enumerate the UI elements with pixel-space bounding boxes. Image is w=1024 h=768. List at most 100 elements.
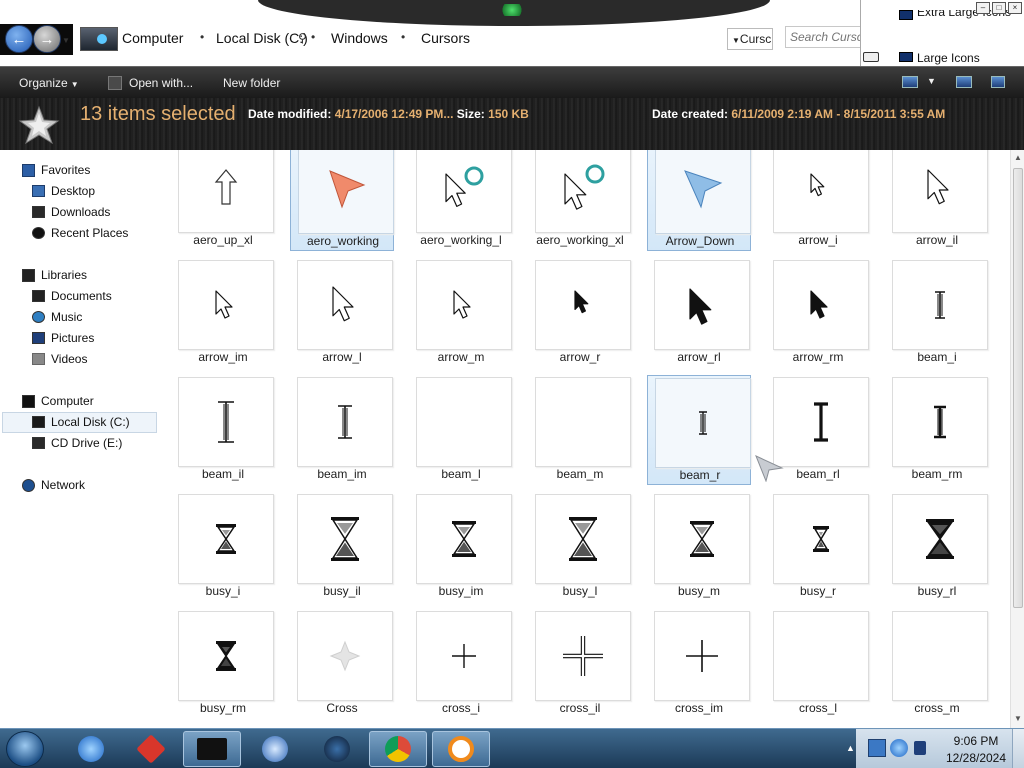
taskbar-explorer[interactable] bbox=[183, 731, 241, 767]
nav-documents[interactable]: Documents bbox=[32, 286, 112, 306]
cursor-hourglass-tiny-icon bbox=[813, 526, 829, 552]
file-tile[interactable]: cross_i bbox=[409, 609, 513, 719]
file-tile[interactable]: beam_r bbox=[647, 375, 751, 485]
organize-menu[interactable]: Organize ▼ bbox=[19, 76, 79, 90]
vertical-scrollbar[interactable]: ▲ ▼ bbox=[1010, 150, 1024, 728]
file-tile[interactable]: beam_i bbox=[885, 258, 989, 368]
file-tile[interactable]: arrow_il bbox=[885, 150, 989, 251]
scroll-down-icon[interactable]: ▼ bbox=[1014, 714, 1022, 723]
open-with-button[interactable]: Open with... bbox=[129, 76, 193, 90]
taskbar-search-app[interactable] bbox=[432, 731, 490, 767]
nav-videos[interactable]: Videos bbox=[32, 349, 87, 369]
file-tile[interactable]: arrow_r bbox=[528, 258, 632, 368]
nav-libraries[interactable]: Libraries bbox=[22, 265, 87, 285]
address-dropdown-arrow-icon: ▼ bbox=[732, 36, 740, 45]
file-tile[interactable]: arrow_rm bbox=[766, 258, 870, 368]
volume-icon[interactable] bbox=[914, 741, 926, 755]
taskbar-dark-app[interactable] bbox=[308, 731, 366, 767]
file-tile[interactable]: busy_rl bbox=[885, 492, 989, 602]
clock-date[interactable]: 12/28/2024 bbox=[941, 751, 1011, 765]
file-tile[interactable]: busy_r bbox=[766, 492, 870, 602]
change-view-icon[interactable] bbox=[902, 76, 918, 88]
file-tile[interactable]: arrow_rl bbox=[647, 258, 751, 368]
file-tile[interactable]: aero_working_l bbox=[409, 150, 513, 251]
file-tile[interactable]: beam_rm bbox=[885, 375, 989, 485]
clock-time[interactable]: 9:06 PM bbox=[946, 734, 1006, 748]
taskbar-media-player[interactable] bbox=[246, 731, 304, 767]
file-tile[interactable]: cross_l bbox=[766, 609, 870, 719]
nav-recent-places[interactable]: Recent Places bbox=[32, 223, 128, 243]
file-thumbnail bbox=[297, 260, 393, 350]
taskbar-internet-explorer[interactable] bbox=[62, 731, 120, 767]
network-status-icon[interactable] bbox=[890, 739, 908, 757]
file-tile[interactable]: beam_m bbox=[528, 375, 632, 485]
file-tile[interactable]: Cross bbox=[290, 609, 394, 719]
file-thumbnail bbox=[178, 611, 274, 701]
nav-pictures[interactable]: Pictures bbox=[32, 328, 94, 348]
back-button[interactable]: ← bbox=[5, 25, 33, 53]
file-tile[interactable]: busy_m bbox=[647, 492, 751, 602]
file-name: aero_working_xl bbox=[536, 233, 624, 247]
nav-music[interactable]: Music bbox=[32, 307, 82, 327]
date-created: Date created: 6/11/2009 2:19 AM - 8/15/2… bbox=[652, 107, 945, 121]
breadcrumb-separator[interactable]: • bbox=[311, 30, 315, 44]
address-dropdown[interactable]: ▼Cursc bbox=[727, 28, 773, 50]
file-tile[interactable]: arrow_l bbox=[290, 258, 394, 368]
breadcrumb-separator[interactable]: • bbox=[200, 30, 204, 44]
show-desktop-button[interactable] bbox=[1012, 729, 1024, 768]
preview-pane-icon[interactable] bbox=[956, 76, 972, 88]
breadcrumb-windows[interactable]: Windows bbox=[331, 30, 388, 46]
nav-cd-drive[interactable]: CD Drive (E:) bbox=[32, 433, 122, 453]
nav-favorites[interactable]: Favorites bbox=[22, 160, 90, 180]
forward-button[interactable]: → bbox=[33, 25, 61, 53]
minimize-button[interactable]: – bbox=[976, 2, 990, 14]
file-tile[interactable]: arrow_m bbox=[409, 258, 513, 368]
view-slider-handle[interactable] bbox=[863, 52, 879, 62]
file-tile[interactable]: beam_l bbox=[409, 375, 513, 485]
taskbar-chrome[interactable] bbox=[369, 731, 427, 767]
file-tile[interactable]: busy_im bbox=[409, 492, 513, 602]
scrollbar-thumb[interactable] bbox=[1013, 168, 1023, 608]
close-button[interactable]: × bbox=[1008, 2, 1022, 14]
breadcrumb-local-disk[interactable]: Local Disk (C:) bbox=[216, 30, 308, 46]
file-tile[interactable]: cross_im bbox=[647, 609, 751, 719]
nav-local-disk[interactable]: Local Disk (C:) bbox=[32, 412, 130, 432]
cd-drive-icon bbox=[32, 437, 45, 449]
nav-computer[interactable]: Computer bbox=[22, 391, 94, 411]
file-tile[interactable]: aero_working bbox=[290, 150, 394, 251]
maximize-button[interactable]: □ bbox=[992, 2, 1006, 14]
start-button[interactable] bbox=[6, 731, 44, 767]
file-tile[interactable]: busy_rm bbox=[171, 609, 275, 719]
file-tile[interactable]: busy_i bbox=[171, 492, 275, 602]
file-tile[interactable]: arrow_i bbox=[766, 150, 870, 251]
nav-desktop[interactable]: Desktop bbox=[32, 181, 95, 201]
breadcrumb-separator[interactable]: • bbox=[401, 30, 405, 44]
file-tile[interactable]: busy_il bbox=[290, 492, 394, 602]
file-tile[interactable]: cross_m bbox=[885, 609, 989, 719]
file-thumbnail bbox=[178, 260, 274, 350]
breadcrumb-computer[interactable]: Computer bbox=[122, 30, 183, 46]
file-tile[interactable]: arrow_im bbox=[171, 258, 275, 368]
view-large-icons[interactable]: Large Icons bbox=[917, 51, 980, 65]
file-name: beam_m bbox=[556, 467, 604, 481]
breadcrumb-cursors[interactable]: Cursors bbox=[421, 30, 470, 46]
file-tile[interactable]: beam_im bbox=[290, 375, 394, 485]
recent-pages-dropdown-icon[interactable]: ▼ bbox=[62, 36, 70, 45]
file-tile[interactable]: aero_up_xl bbox=[171, 150, 275, 251]
scroll-up-icon[interactable]: ▲ bbox=[1014, 153, 1022, 162]
file-thumbnail bbox=[655, 378, 751, 468]
file-tile[interactable]: busy_l bbox=[528, 492, 632, 602]
file-tile[interactable]: beam_il bbox=[171, 375, 275, 485]
file-tile[interactable]: Arrow_Down bbox=[647, 150, 751, 251]
file-tile[interactable]: aero_working_xl bbox=[528, 150, 632, 251]
help-icon[interactable] bbox=[991, 76, 1005, 88]
action-center-icon[interactable] bbox=[868, 739, 886, 757]
new-folder-button[interactable]: New folder bbox=[223, 76, 280, 90]
view-options-chevron-icon[interactable]: ▼ bbox=[927, 76, 936, 86]
taskbar: ▲ 9:06 PM 12/28/2024 bbox=[0, 728, 1024, 768]
show-hidden-icons-button[interactable]: ▲ bbox=[846, 743, 855, 753]
nav-network[interactable]: Network bbox=[22, 475, 85, 495]
taskbar-red-app[interactable] bbox=[122, 731, 180, 767]
nav-downloads[interactable]: Downloads bbox=[32, 202, 110, 222]
file-tile[interactable]: cross_il bbox=[528, 609, 632, 719]
